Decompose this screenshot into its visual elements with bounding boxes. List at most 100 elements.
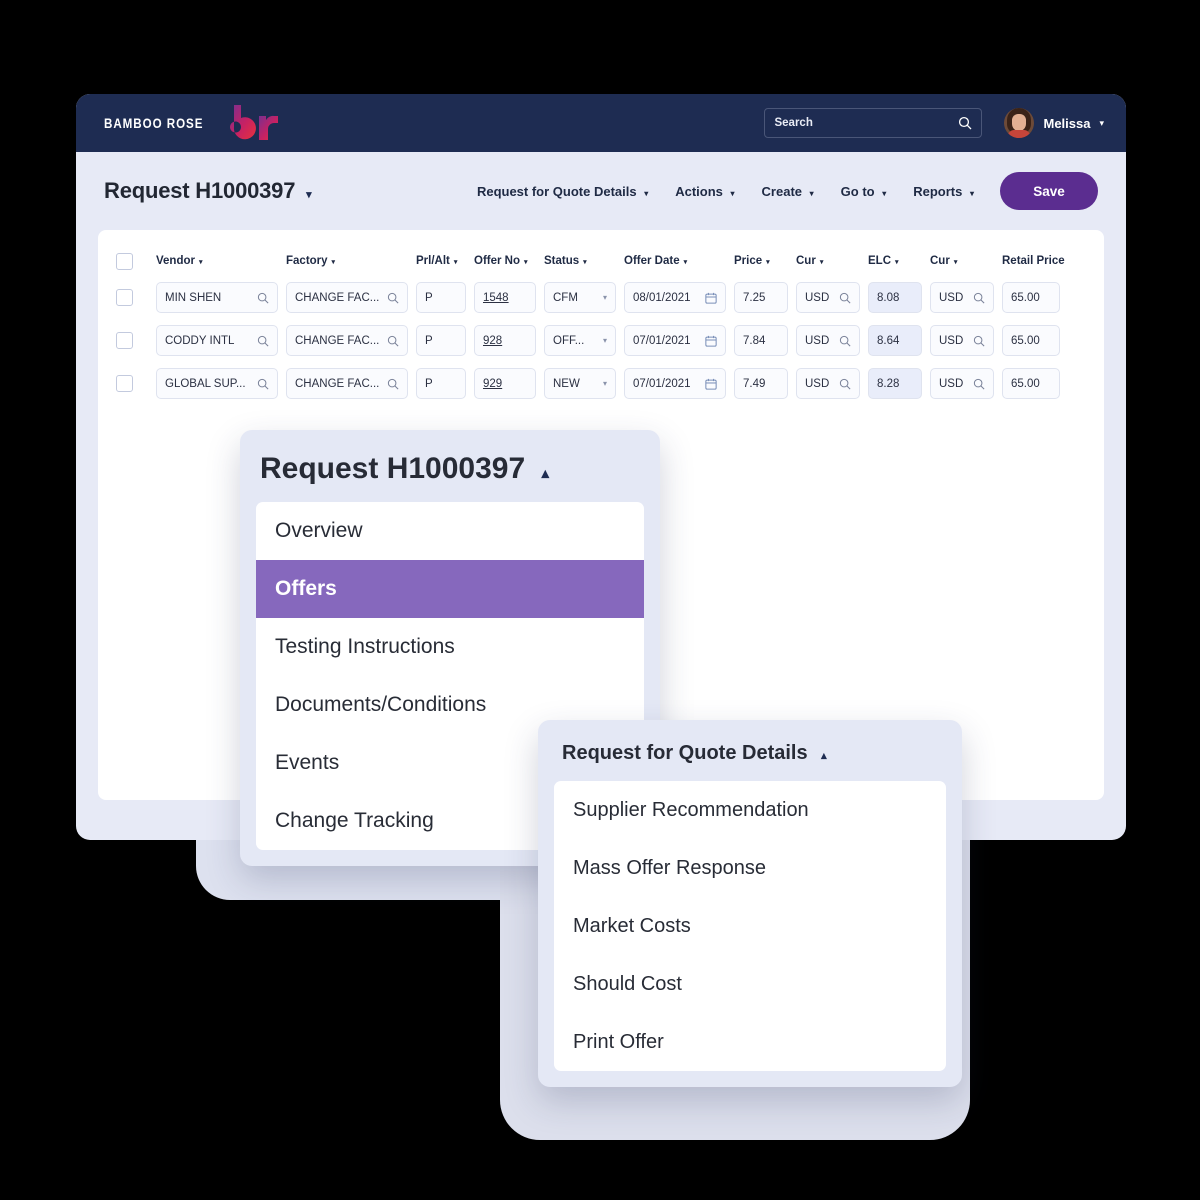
page-title[interactable]: Request H1000397 ▾ bbox=[104, 178, 312, 204]
calendar-icon[interactable] bbox=[705, 292, 717, 304]
offer-no-link[interactable]: 928 bbox=[483, 335, 527, 347]
prl-alt-cell[interactable]: P bbox=[416, 325, 474, 356]
factory-field[interactable]: CHANGE FAC... bbox=[286, 325, 408, 356]
select-all-cell[interactable] bbox=[116, 252, 156, 270]
column-header-price[interactable]: Price ▾ bbox=[734, 255, 796, 267]
factory-cell[interactable]: CHANGE FAC... bbox=[286, 325, 416, 356]
row-checkbox[interactable] bbox=[116, 332, 133, 349]
column-header-elc[interactable]: ELC ▾ bbox=[868, 255, 930, 267]
retail-price-cell[interactable]: 65.00 bbox=[1002, 368, 1068, 399]
offer-date-cell[interactable]: 08/01/2021 bbox=[624, 282, 734, 313]
column-header-prl-alt[interactable]: Prl/Alt ▾ bbox=[416, 255, 474, 267]
offer-no-link[interactable]: 1548 bbox=[483, 292, 527, 304]
currency-2-field[interactable]: USD bbox=[930, 368, 994, 399]
factory-field[interactable]: CHANGE FAC... bbox=[286, 282, 408, 313]
search-icon[interactable] bbox=[387, 378, 399, 390]
offer-no-field[interactable]: 928 bbox=[474, 325, 536, 356]
offer-date-field[interactable]: 07/01/2021 bbox=[624, 368, 726, 399]
currency-2-cell[interactable]: USD bbox=[930, 325, 1002, 356]
status-select[interactable]: OFF... ▾ bbox=[544, 325, 616, 356]
search-icon[interactable] bbox=[257, 292, 269, 304]
offer-no-link[interactable]: 929 bbox=[483, 378, 527, 390]
chevron-down-icon[interactable]: ▾ bbox=[603, 379, 607, 388]
retail-price-field[interactable]: 65.00 bbox=[1002, 368, 1060, 399]
search-icon[interactable] bbox=[973, 292, 985, 304]
prl-alt-cell[interactable]: P bbox=[416, 368, 474, 399]
menu-item-should-cost[interactable]: Should Cost bbox=[554, 955, 946, 1013]
currency-2-field[interactable]: USD bbox=[930, 282, 994, 313]
offer-no-field[interactable]: 929 bbox=[474, 368, 536, 399]
nav-item-actions[interactable]: Actions ▾ bbox=[675, 184, 734, 199]
factory-field[interactable]: CHANGE FAC... bbox=[286, 368, 408, 399]
menu-item-print-offer[interactable]: Print Offer bbox=[554, 1013, 946, 1071]
price-field[interactable]: 7.84 bbox=[734, 325, 788, 356]
menu-item-market-costs[interactable]: Market Costs bbox=[554, 897, 946, 955]
status-cell[interactable]: CFM ▾ bbox=[544, 282, 624, 313]
row-checkbox[interactable] bbox=[116, 289, 133, 306]
column-header-vendor[interactable]: Vendor ▾ bbox=[156, 255, 286, 267]
search-icon[interactable] bbox=[257, 378, 269, 390]
nav-item-create[interactable]: Create ▾ bbox=[762, 184, 814, 199]
offer-date-cell[interactable]: 07/01/2021 bbox=[624, 368, 734, 399]
currency-field[interactable]: USD bbox=[796, 282, 860, 313]
currency-2-field[interactable]: USD bbox=[930, 325, 994, 356]
select-all-checkbox[interactable] bbox=[116, 252, 133, 270]
currency-2-cell[interactable]: USD bbox=[930, 282, 1002, 313]
menu-item-offers[interactable]: Offers bbox=[256, 560, 644, 618]
price-cell[interactable]: 7.84 bbox=[734, 325, 796, 356]
vendor-cell[interactable]: CODDY INTL bbox=[156, 325, 286, 356]
row-select-cell[interactable] bbox=[116, 332, 156, 349]
search-icon[interactable] bbox=[973, 335, 985, 347]
offer-date-field[interactable]: 07/01/2021 bbox=[624, 325, 726, 356]
row-checkbox[interactable] bbox=[116, 375, 133, 392]
factory-cell[interactable]: CHANGE FAC... bbox=[286, 282, 416, 313]
column-header-retail-price[interactable]: Retail Price bbox=[1002, 255, 1068, 267]
retail-price-cell[interactable]: 65.00 bbox=[1002, 282, 1068, 313]
currency-field[interactable]: USD bbox=[796, 325, 860, 356]
column-header-offer-date[interactable]: Offer Date ▾ bbox=[624, 255, 734, 267]
nav-item-reports[interactable]: Reports ▾ bbox=[913, 184, 974, 199]
retail-price-field[interactable]: 65.00 bbox=[1002, 282, 1060, 313]
search-icon[interactable] bbox=[387, 335, 399, 347]
currency-cell[interactable]: USD bbox=[796, 282, 868, 313]
menu-item-testing-instructions[interactable]: Testing Instructions bbox=[256, 618, 644, 676]
search-icon[interactable] bbox=[387, 292, 399, 304]
menu-item-mass-offer-response[interactable]: Mass Offer Response bbox=[554, 839, 946, 897]
user-menu[interactable]: Melissa ▾ bbox=[1004, 108, 1104, 138]
offer-no-cell[interactable]: 1548 bbox=[474, 282, 544, 313]
chevron-down-icon[interactable]: ▾ bbox=[603, 336, 607, 345]
row-select-cell[interactable] bbox=[116, 289, 156, 306]
nav-item-request-for-quote-details[interactable]: Request for Quote Details ▾ bbox=[477, 184, 648, 199]
search-icon[interactable] bbox=[958, 116, 972, 130]
chevron-down-icon[interactable]: ▾ bbox=[603, 293, 607, 302]
price-field[interactable]: 7.49 bbox=[734, 368, 788, 399]
vendor-cell[interactable]: MIN SHEN bbox=[156, 282, 286, 313]
brand-logo[interactable]: BAMBOO ROSE bbox=[104, 103, 283, 143]
currency-field[interactable]: USD bbox=[796, 368, 860, 399]
vendor-cell[interactable]: GLOBAL SUP... bbox=[156, 368, 286, 399]
search-input[interactable]: Search bbox=[764, 108, 983, 138]
column-header-offer-no[interactable]: Offer No ▾ bbox=[474, 255, 544, 267]
nav-item-go-to[interactable]: Go to ▾ bbox=[841, 184, 887, 199]
calendar-icon[interactable] bbox=[705, 335, 717, 347]
rfq-details-dropdown-title[interactable]: Request for Quote Details ▴ bbox=[554, 736, 946, 781]
offer-no-cell[interactable]: 928 bbox=[474, 325, 544, 356]
status-select[interactable]: NEW ▾ bbox=[544, 368, 616, 399]
calendar-icon[interactable] bbox=[705, 378, 717, 390]
offer-no-field[interactable]: 1548 bbox=[474, 282, 536, 313]
offer-date-field[interactable]: 08/01/2021 bbox=[624, 282, 726, 313]
currency-cell[interactable]: USD bbox=[796, 325, 868, 356]
offer-no-cell[interactable]: 929 bbox=[474, 368, 544, 399]
column-header-cur-2[interactable]: Cur ▾ bbox=[930, 255, 1002, 267]
row-select-cell[interactable] bbox=[116, 375, 156, 392]
search-icon[interactable] bbox=[973, 378, 985, 390]
price-cell[interactable]: 7.25 bbox=[734, 282, 796, 313]
request-nav-dropdown-title[interactable]: Request H1000397 ▴ bbox=[256, 446, 644, 502]
status-cell[interactable]: OFF... ▾ bbox=[544, 325, 624, 356]
column-header-status[interactable]: Status ▾ bbox=[544, 255, 624, 267]
status-select[interactable]: CFM ▾ bbox=[544, 282, 616, 313]
prl-alt-cell[interactable]: P bbox=[416, 282, 474, 313]
search-icon[interactable] bbox=[839, 292, 851, 304]
vendor-field[interactable]: MIN SHEN bbox=[156, 282, 278, 313]
search-icon[interactable] bbox=[839, 378, 851, 390]
